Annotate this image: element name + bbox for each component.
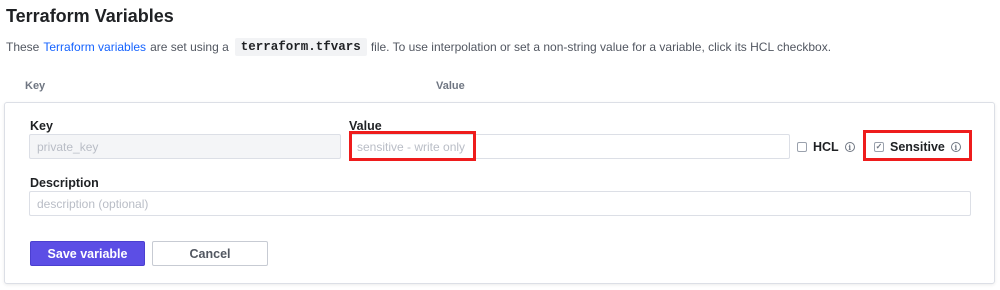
hcl-checkbox-box[interactable] bbox=[797, 142, 807, 152]
intro-prefix: These bbox=[6, 40, 40, 54]
column-header-value: Value bbox=[436, 80, 465, 92]
hcl-checkbox[interactable]: HCL i bbox=[797, 140, 855, 154]
description-input[interactable]: description (optional) bbox=[29, 191, 971, 216]
info-icon[interactable]: i bbox=[950, 142, 961, 152]
check-icon[interactable]: ✓ bbox=[874, 142, 884, 152]
tfvars-code: terraform.tfvars bbox=[234, 38, 367, 56]
save-variable-button[interactable]: Save variable bbox=[30, 241, 145, 266]
intro-suffix: file. To use interpolation or set a non-… bbox=[370, 40, 832, 54]
value-input-highlight bbox=[349, 131, 476, 161]
sensitive-checkbox[interactable]: ✓ Sensitive i bbox=[874, 140, 961, 154]
key-label: Key bbox=[30, 119, 53, 133]
terraform-variables-link[interactable]: Terraform variables bbox=[43, 40, 146, 54]
column-header-key: Key bbox=[25, 80, 46, 92]
intro-text: These Terraform variables are set using … bbox=[6, 38, 831, 56]
info-icon[interactable]: i bbox=[844, 142, 855, 152]
variable-edit-card: Key Value private_key sensitive - write … bbox=[4, 102, 995, 284]
key-input[interactable]: private_key bbox=[29, 134, 341, 159]
intro-middle: are set using a bbox=[150, 40, 229, 54]
hcl-label: HCL bbox=[813, 140, 839, 154]
sensitive-label: Sensitive bbox=[890, 140, 945, 154]
page-title: Terraform Variables bbox=[6, 6, 174, 26]
cancel-button[interactable]: Cancel bbox=[152, 241, 268, 266]
description-label: Description bbox=[30, 176, 99, 190]
